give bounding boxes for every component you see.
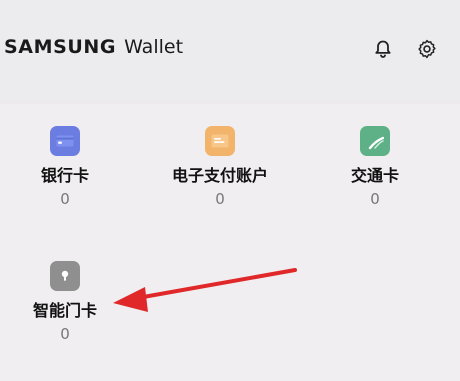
door-card-icon — [50, 261, 80, 291]
product-name: Wallet — [124, 36, 184, 58]
payment-account-count: 0 — [215, 190, 225, 208]
brand-name: SAMSUNG — [4, 36, 117, 58]
payment-account-label: 电子支付账户 — [171, 166, 268, 185]
transit-card-label: 交通卡 — [350, 166, 399, 185]
gear-icon[interactable] — [414, 36, 440, 62]
door-card-category[interactable]: 智能门卡 0 — [0, 261, 135, 343]
transit-card-category[interactable]: 交通卡 0 — [305, 126, 445, 208]
bank-card-count: 0 — [60, 190, 70, 208]
door-card-count: 0 — [60, 325, 70, 343]
app-title: SAMSUNG Wallet — [4, 36, 183, 58]
door-card-label: 智能门卡 — [32, 301, 97, 320]
transit-card-count: 0 — [370, 190, 380, 208]
transit-card-icon — [360, 126, 390, 156]
payment-account-icon — [205, 126, 235, 156]
bank-card-label: 银行卡 — [40, 166, 89, 185]
bank-card-category[interactable]: 银行卡 0 — [0, 126, 135, 208]
payment-account-category[interactable]: 电子支付账户 0 — [150, 126, 290, 208]
bell-icon[interactable] — [370, 36, 396, 62]
bank-card-icon — [50, 126, 80, 156]
top-bar: SAMSUNG Wallet — [0, 0, 460, 100]
